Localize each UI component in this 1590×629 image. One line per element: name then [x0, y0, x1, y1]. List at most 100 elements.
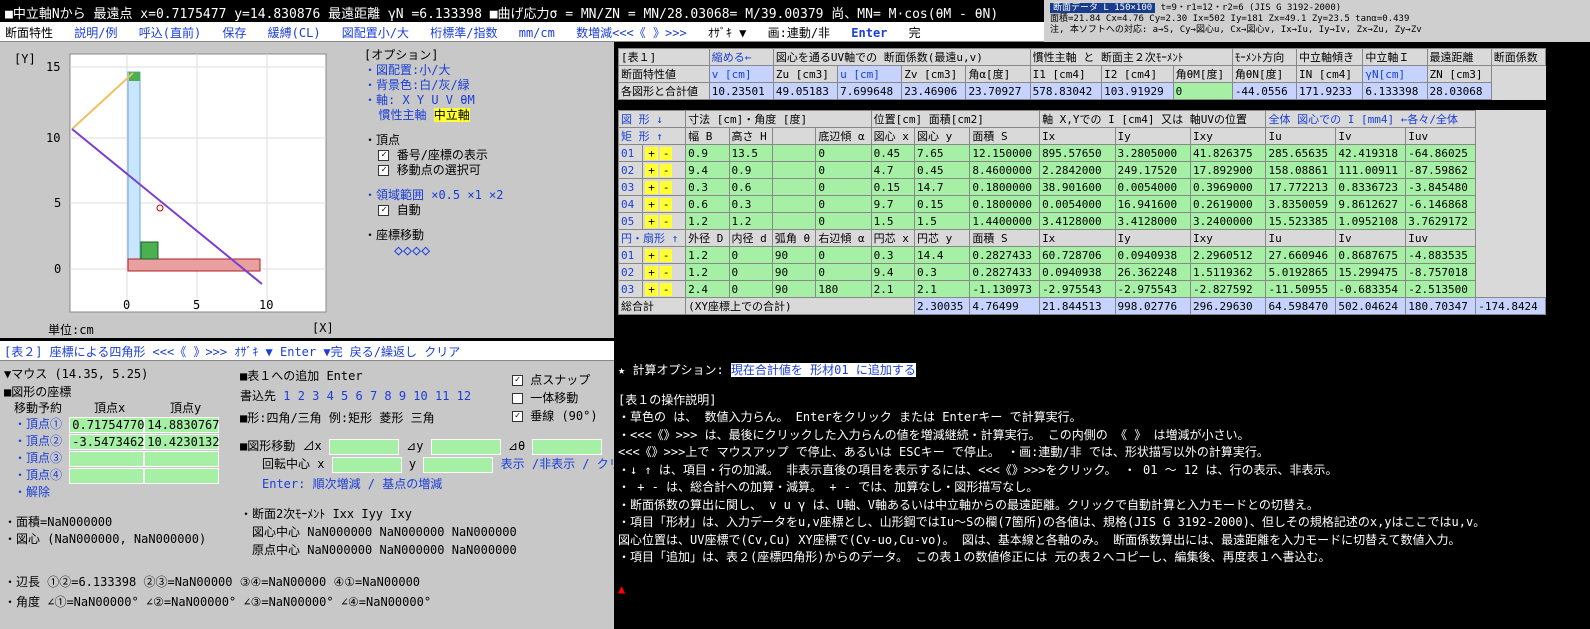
rect-cell[interactable]: 0.45: [870, 144, 916, 162]
circ-cell[interactable]: 0: [815, 263, 872, 281]
showhide-links[interactable]: 表示 /非表示 / クリア: [501, 457, 633, 471]
circ-cell[interactable]: 5.0192865: [1265, 263, 1337, 281]
rect-cell[interactable]: 38.901600: [1039, 178, 1116, 196]
rect-cell[interactable]: -3.845480: [1405, 178, 1477, 196]
rect-cell[interactable]: 3.4128000: [1039, 212, 1116, 230]
menu-draw-link[interactable]: 画:連動/非: [763, 22, 835, 41]
circ-cell[interactable]: -4.883535: [1405, 246, 1477, 264]
rect-cell[interactable]: 3.4128000: [1114, 212, 1192, 230]
dy-input[interactable]: [430, 438, 501, 455]
rect-cell[interactable]: -6.146868: [1405, 195, 1477, 213]
t1-gamma-btn[interactable]: γN[cm]: [1362, 65, 1428, 83]
t1-u-btn[interactable]: u [cm]: [837, 65, 903, 83]
rect-cell[interactable]: 158.08861: [1265, 161, 1337, 179]
rect-cell[interactable]: 14.7: [913, 178, 971, 196]
rect-cell[interactable]: 249.17520: [1114, 161, 1192, 179]
rect-cell[interactable]: 0.1800000: [969, 195, 1041, 213]
circ-cell[interactable]: 0.3: [870, 246, 916, 264]
enter-mode[interactable]: Enter: 順次増減 / 基点の増減: [262, 475, 442, 492]
vertex4[interactable]: ・頂点④: [14, 468, 62, 482]
circ-cell[interactable]: 26.362248: [1114, 263, 1192, 281]
circ-cell[interactable]: 2.1: [913, 280, 971, 298]
menu-save[interactable]: 保存: [217, 22, 251, 41]
vertex3[interactable]: ・頂点③: [14, 451, 62, 465]
rect-cell[interactable]: 15.523385: [1265, 212, 1337, 230]
menu-clear[interactable]: 緩縛(CL): [263, 22, 326, 41]
plus-minus-toggle[interactable]: + -: [642, 144, 687, 162]
circ-cell[interactable]: 1.2: [685, 246, 730, 264]
circ-cell[interactable]: 27.660946: [1265, 246, 1337, 264]
rect-cell[interactable]: 12.150000: [969, 144, 1041, 162]
circ-cell[interactable]: 2.1: [870, 280, 916, 298]
opt-bgcolor[interactable]: ・背景色:白/灰/緑: [364, 78, 610, 93]
rect-cell[interactable]: 17.772213: [1265, 178, 1337, 196]
t1-val-thm[interactable]: 0: [1172, 82, 1233, 100]
rect-cell[interactable]: 285.65635: [1265, 144, 1337, 162]
rect-cell[interactable]: 0.15: [870, 178, 916, 196]
rect-cell[interactable]: 0: [815, 144, 872, 162]
rect-cell[interactable]: 1.5: [913, 212, 971, 230]
rect-cell[interactable]: 0.8336723: [1335, 178, 1407, 196]
opt-layout[interactable]: ・図配置:小/大: [364, 63, 610, 78]
rect-cell[interactable]: 0.2619000: [1189, 195, 1267, 213]
circ-cell[interactable]: 15.299475: [1335, 263, 1407, 281]
circ-cell[interactable]: 0.2827433: [969, 263, 1041, 281]
plus-minus-toggle[interactable]: + -: [642, 178, 687, 196]
checkbox-move-one[interactable]: [512, 393, 523, 404]
up-arrow-icon[interactable]: ▲: [618, 581, 1588, 599]
vertex4-x[interactable]: [69, 467, 145, 484]
rect-cell[interactable]: 7.65: [913, 144, 971, 162]
circ-cell[interactable]: 0.2827433: [969, 246, 1041, 264]
rect-cell[interactable]: 895.57650: [1039, 144, 1116, 162]
rect-cell[interactable]: [771, 144, 817, 162]
circ-cell[interactable]: -2.975543: [1039, 280, 1116, 298]
rect-cell[interactable]: [771, 161, 817, 179]
rect-cell[interactable]: 1.4400000: [969, 212, 1041, 230]
circ-cell[interactable]: 0.0940938: [1114, 246, 1192, 264]
circ-col-header[interactable]: 円・扇形 ↑: [617, 229, 687, 247]
checkbox-perp[interactable]: ✓: [512, 411, 523, 422]
vertex3-y[interactable]: [144, 450, 220, 467]
rect-cell[interactable]: 0.0054000: [1114, 178, 1192, 196]
table2-header[interactable]: [表２] 座標による四角形 <<<《 》>>> ｵｻﾞｷ ▼ Enter ▼完 …: [0, 341, 614, 361]
rect-cell[interactable]: 0.45: [913, 161, 971, 179]
rect-cell[interactable]: -64.86025: [1405, 144, 1477, 162]
rect-cell[interactable]: 13.5: [728, 144, 773, 162]
circ-cell[interactable]: 14.4: [913, 246, 971, 264]
rot-x-input[interactable]: [331, 456, 402, 473]
circ-row-number[interactable]: 02: [617, 263, 644, 281]
rect-row-number[interactable]: 02: [617, 161, 644, 179]
add-title[interactable]: ■表１への追加 Enter: [240, 367, 363, 384]
checkbox-auto[interactable]: ✓: [378, 205, 390, 216]
circ-row-number[interactable]: 03: [617, 280, 644, 298]
done-button[interactable]: 完: [904, 22, 926, 41]
circ-cell[interactable]: 90: [771, 280, 817, 298]
rect-cell[interactable]: 9.4: [685, 161, 730, 179]
rect-cell[interactable]: 0.15: [913, 195, 971, 213]
circ-cell[interactable]: 2.4: [685, 280, 730, 298]
rect-cell[interactable]: 2.2842000: [1039, 161, 1116, 179]
dth-input[interactable]: [532, 438, 603, 455]
rect-cell[interactable]: 111.00911: [1335, 161, 1407, 179]
menu-load[interactable]: 呼込(直前): [134, 22, 206, 41]
circ-cell[interactable]: 0.0940938: [1039, 263, 1116, 281]
rect-cell[interactable]: 9.7: [870, 195, 916, 213]
menu-section-props[interactable]: 断面特性: [0, 22, 58, 41]
rect-row-number[interactable]: 03: [617, 178, 644, 196]
rect-cell[interactable]: 0.6: [728, 178, 773, 196]
rect-cell[interactable]: 1.2: [685, 212, 730, 230]
circ-cell[interactable]: 0: [815, 246, 872, 264]
t1-v-btn[interactable]: v [cm]: [708, 65, 774, 83]
move-diamond-icon[interactable]: ◇◇◇◇: [394, 243, 610, 258]
add-to-shape-link[interactable]: 現在合計値を 形材01 に追加する: [730, 363, 916, 377]
opt-neutral-axis[interactable]: 中立軸: [433, 108, 470, 122]
circ-cell[interactable]: 90: [771, 246, 817, 264]
checkbox-vertex-num[interactable]: ✓: [378, 150, 390, 161]
rect-cell[interactable]: 42.419318: [1335, 144, 1407, 162]
vertex2[interactable]: ・頂点②: [14, 434, 62, 448]
rect-cell[interactable]: 16.941600: [1114, 195, 1192, 213]
circ-row-number[interactable]: 01: [617, 246, 644, 264]
vertex2-x[interactable]: -3.5473462: [69, 433, 145, 450]
shapes-head[interactable]: 図 形 ↓: [617, 110, 687, 128]
rect-cell[interactable]: 0.6: [685, 195, 730, 213]
